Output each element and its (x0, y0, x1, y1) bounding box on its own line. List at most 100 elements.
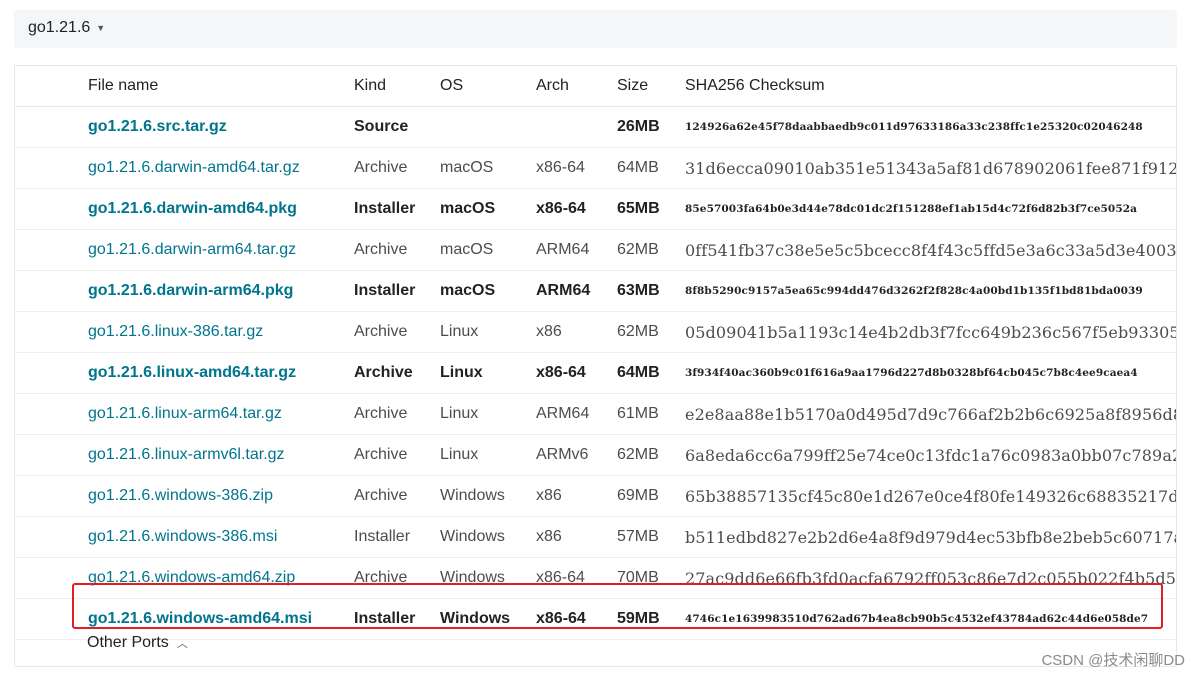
table-row: go1.21.6.src.tar.gz Source 26MB 124926a62e4… (15, 106, 1176, 148)
downloads-table: File name Kind OS Arch Size SHA256 Check… (15, 66, 1176, 640)
size-cell: 62MB (617, 311, 685, 353)
os-cell: macOS (440, 147, 536, 189)
header-file-name: File name (88, 66, 354, 107)
chevron-up-icon: ︿ (176, 638, 188, 650)
size-cell: 57MB (617, 516, 685, 558)
table-row: go1.21.6.windows-386.zip Archive Windows x8… (15, 475, 1176, 517)
file-name-cell: go1.21.6.windows-386.msi (88, 516, 354, 558)
file-name-link[interactable]: go1.21.6.src.tar.gz (88, 118, 227, 135)
header-size: Size (617, 66, 685, 107)
downloads-panel: File name Kind OS Arch Size SHA256 Check… (14, 65, 1177, 667)
arch-cell: x86-64 (536, 188, 617, 230)
size-cell: 26MB (617, 106, 685, 148)
kind-cell: Archive (354, 475, 440, 517)
os-cell: macOS (440, 270, 536, 312)
size-cell: 59MB (617, 598, 685, 640)
table-row: go1.21.6.windows-amd64.msi Installer Windo… (15, 598, 1176, 640)
arch-cell: ARM64 (536, 270, 617, 312)
file-name-cell: go1.21.6.darwin-arm64.tar.gz (88, 229, 354, 271)
os-cell: Linux (440, 434, 536, 476)
file-name-link[interactable]: go1.21.6.darwin-arm64.pkg (88, 282, 293, 299)
os-cell: macOS (440, 229, 536, 271)
size-cell: 62MB (617, 434, 685, 476)
arch-cell: x86-64 (536, 598, 617, 640)
kind-cell: Source (354, 106, 440, 148)
kind-cell: Archive (354, 147, 440, 189)
kind-cell: Installer (354, 270, 440, 312)
kind-cell: Archive (354, 393, 440, 435)
file-name-cell: go1.21.6.linux-386.tar.gz (88, 311, 354, 353)
file-name-cell: go1.21.6.darwin-arm64.pkg (88, 270, 354, 312)
size-cell: 61MB (617, 393, 685, 435)
row-spacer (15, 475, 88, 517)
sha256-cell: 85e57003fa64b0e3d44e78dc01dc2f151288ef1a… (685, 188, 1176, 230)
size-cell: 69MB (617, 475, 685, 517)
watermark: CSDN @技术闲聊DD (1041, 652, 1185, 669)
header-os: OS (440, 66, 536, 107)
file-name-link[interactable]: go1.21.6.windows-amd64.zip (88, 569, 295, 586)
file-name-link[interactable]: go1.21.6.windows-386.msi (88, 528, 277, 545)
row-spacer (15, 434, 88, 476)
row-spacer (15, 557, 88, 599)
row-spacer (15, 352, 88, 394)
table-row: go1.21.6.linux-amd64.tar.gz Archive Linux x… (15, 352, 1176, 394)
sha256-cell: 0ff541fb37c38e5e5c5bcecc8f4f43c5ffd5e3a6… (685, 229, 1176, 271)
os-cell: Linux (440, 393, 536, 435)
other-ports-toggle[interactable]: Other Ports ︿ (87, 634, 188, 652)
sha256-cell: b511edbd827e2b2d6e4a8f9d979d4ec53bfb8e2b… (685, 516, 1176, 558)
file-name-cell: go1.21.6.darwin-amd64.tar.gz (88, 147, 354, 189)
os-cell: macOS (440, 188, 536, 230)
arch-cell: x86-64 (536, 352, 617, 394)
size-cell: 65MB (617, 188, 685, 230)
file-name-link[interactable]: go1.21.6.linux-arm64.tar.gz (88, 405, 282, 422)
size-cell: 62MB (617, 229, 685, 271)
sha256-cell: 05d09041b5a1193c14e4b2db3f7fcc649b236c56… (685, 311, 1176, 353)
file-name-link[interactable]: go1.21.6.darwin-amd64.tar.gz (88, 159, 300, 176)
kind-cell: Installer (354, 188, 440, 230)
file-name-link[interactable]: go1.21.6.darwin-amd64.pkg (88, 200, 297, 217)
row-spacer (15, 311, 88, 353)
table-row: go1.21.6.darwin-arm64.pkg Installer macOS A… (15, 270, 1176, 312)
file-name-link[interactable]: go1.21.6.linux-386.tar.gz (88, 323, 263, 340)
file-name-cell: go1.21.6.windows-386.zip (88, 475, 354, 517)
file-name-link[interactable]: go1.21.6.darwin-arm64.tar.gz (88, 241, 296, 258)
row-spacer (15, 270, 88, 312)
file-name-link[interactable]: go1.21.6.windows-amd64.msi (88, 610, 312, 627)
arch-cell: ARM64 (536, 229, 617, 271)
header-sha256: SHA256 Checksum (685, 66, 1176, 107)
arch-cell: ARM64 (536, 393, 617, 435)
sha256-cell: 27ac9dd6e66fb3fd0acfa6792ff053c86e7d2c05… (685, 557, 1176, 599)
caret-down-icon: ▼ (96, 23, 106, 33)
sha256-cell: 31d6ecca09010ab351e51343a5af81d678902061… (685, 147, 1176, 189)
file-name-cell: go1.21.6.windows-amd64.zip (88, 557, 354, 599)
arch-cell: ARMv6 (536, 434, 617, 476)
os-cell: Windows (440, 516, 536, 558)
row-spacer (15, 598, 88, 640)
kind-cell: Installer (354, 598, 440, 640)
version-toggle[interactable]: go1.21.6 ▼ (28, 19, 105, 37)
kind-cell: Archive (354, 434, 440, 476)
file-name-link[interactable]: go1.21.6.linux-armv6l.tar.gz (88, 446, 285, 463)
table-row: go1.21.6.windows-386.msi Installer Windows… (15, 516, 1176, 558)
arch-cell (536, 106, 617, 148)
kind-cell: Archive (354, 311, 440, 353)
row-spacer (15, 188, 88, 230)
table-row: go1.21.6.linux-386.tar.gz Archive Linux x86… (15, 311, 1176, 353)
file-name-link[interactable]: go1.21.6.linux-amd64.tar.gz (88, 364, 296, 381)
os-cell: Linux (440, 311, 536, 353)
row-spacer (15, 516, 88, 558)
table-row: go1.21.6.linux-armv6l.tar.gz Archive Linux… (15, 434, 1176, 476)
row-spacer (15, 106, 88, 148)
os-cell: Windows (440, 557, 536, 599)
kind-cell: Archive (354, 557, 440, 599)
file-name-cell: go1.21.6.linux-amd64.tar.gz (88, 352, 354, 394)
table-header-row: File name Kind OS Arch Size SHA256 Check… (15, 66, 1176, 107)
size-cell: 63MB (617, 270, 685, 312)
table-row: go1.21.6.windows-amd64.zip Archive Windows… (15, 557, 1176, 599)
header-kind: Kind (354, 66, 440, 107)
row-spacer (15, 393, 88, 435)
version-header-bar: go1.21.6 ▼ (14, 10, 1177, 48)
file-name-link[interactable]: go1.21.6.windows-386.zip (88, 487, 273, 504)
os-cell: Windows (440, 475, 536, 517)
size-cell: 64MB (617, 147, 685, 189)
